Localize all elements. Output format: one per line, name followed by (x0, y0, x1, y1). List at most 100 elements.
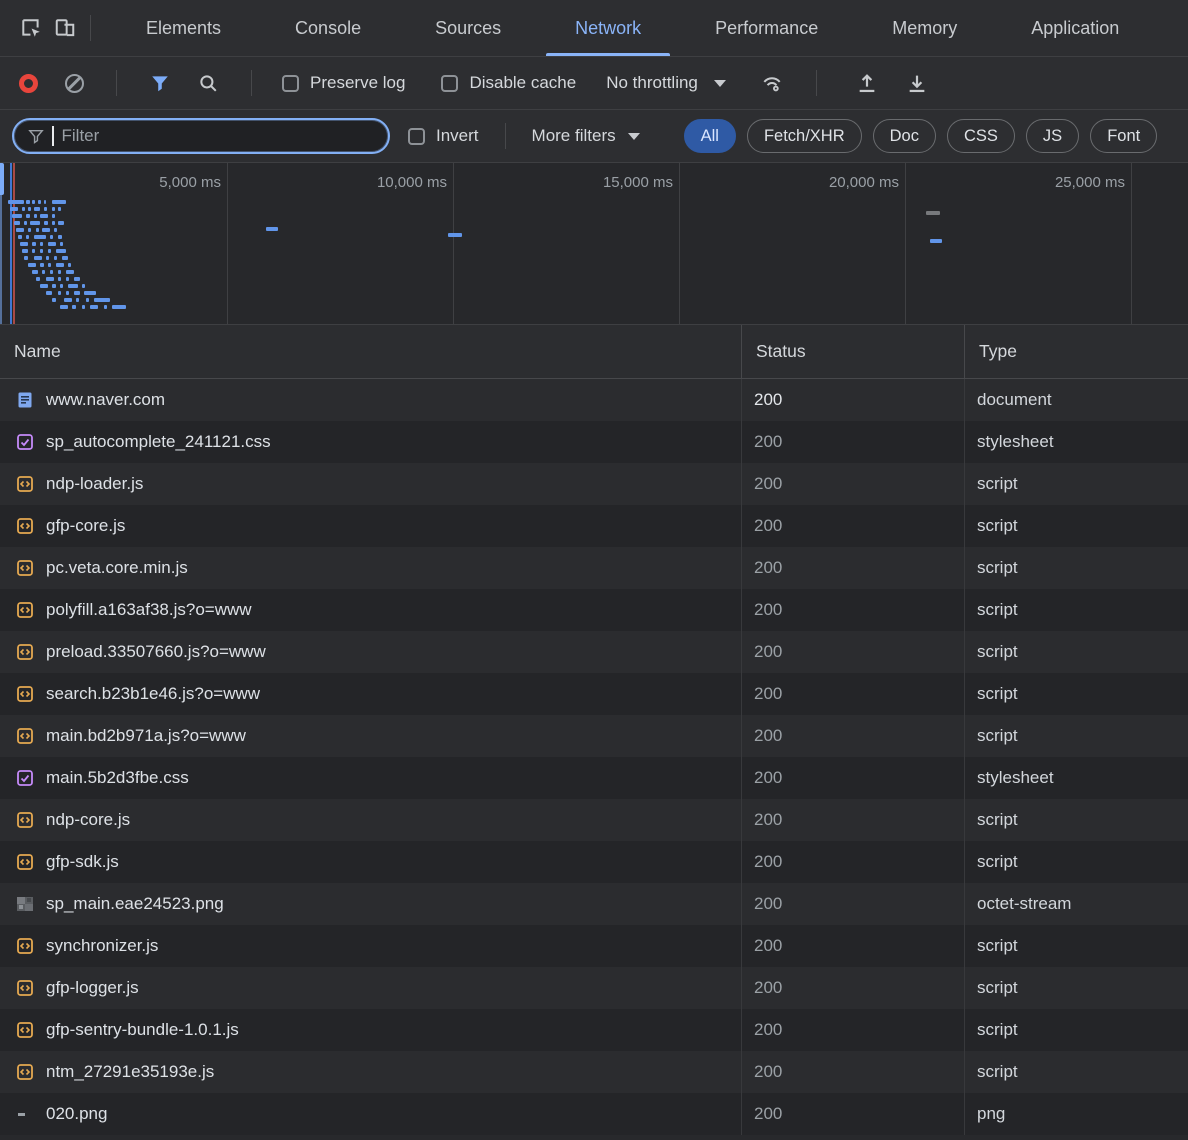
waterfall-bar (36, 277, 40, 281)
filter-pill-all[interactable]: All (683, 119, 736, 153)
tab-network[interactable]: Network (538, 0, 678, 56)
chevron-down-icon (713, 79, 726, 87)
table-row[interactable]: sp_autocomplete_241121.css 200 stylesheet (0, 421, 1188, 463)
table-row[interactable]: search.b23b1e46.js?o=www 200 script (0, 673, 1188, 715)
search-button[interactable] (195, 66, 221, 100)
request-status: 200 (742, 925, 965, 967)
filter-pill-doc[interactable]: Doc (872, 119, 936, 153)
search-icon (200, 75, 217, 92)
request-name-cell: ndp-core.js (0, 799, 742, 841)
table-row[interactable]: ndp-loader.js 200 script (0, 463, 1188, 505)
more-filters-button[interactable]: More filters (532, 126, 640, 146)
request-type: stylesheet (977, 432, 1054, 451)
tab-performance[interactable]: Performance (678, 0, 855, 56)
column-header-name[interactable]: Name (0, 325, 742, 378)
filter-pill-css[interactable]: CSS (946, 119, 1015, 153)
text-cursor (52, 126, 54, 146)
chevron-down-icon (627, 132, 640, 140)
table-row[interactable]: gfp-sdk.js 200 script (0, 841, 1188, 883)
table-row[interactable]: www.naver.com 200 document (0, 379, 1188, 421)
inspect-element-button[interactable] (14, 11, 48, 45)
request-name: gfp-logger.js (46, 978, 139, 997)
table-row[interactable]: preload.33507660.js?o=www 200 script (0, 631, 1188, 673)
table-row[interactable]: main.bd2b971a.js?o=www 200 script (0, 715, 1188, 757)
column-header-type[interactable]: Type (965, 325, 1188, 378)
request-status: 200 (742, 757, 965, 799)
filter-input[interactable] (61, 126, 374, 146)
waterfall-bar (44, 200, 46, 204)
stylesheet-icon (16, 433, 34, 451)
waterfall-bar (54, 256, 57, 260)
waterfall-bar (68, 263, 71, 267)
filter-toggle-button[interactable] (147, 66, 173, 100)
tiny-image-icon (16, 1105, 34, 1123)
waterfall-bar (46, 291, 52, 295)
waterfall-bar (58, 291, 61, 295)
waterfall-overview[interactable]: 5,000 ms 10,000 ms 15,000 ms 20,000 ms 25,00… (0, 163, 1188, 325)
waterfall-bar (44, 207, 47, 211)
script-icon (16, 1021, 34, 1039)
request-name: gfp-core.js (46, 516, 126, 535)
network-conditions-button[interactable] (758, 66, 786, 100)
tab-application[interactable]: Application (994, 0, 1156, 56)
waterfall-bar (94, 298, 110, 302)
table-row[interactable]: gfp-core.js 200 script (0, 505, 1188, 547)
column-header-status[interactable]: Status (742, 325, 965, 378)
request-name: ntm_27291e35193e.js (46, 1062, 215, 1081)
waterfall-bar (90, 305, 98, 309)
request-name-cell: pc.veta.core.min.js (0, 547, 742, 589)
filter-pill-font[interactable]: Font (1090, 119, 1158, 153)
table-row[interactable]: sp_main.eae24523.png 200 octet-stream (0, 883, 1188, 925)
device-toolbar-button[interactable] (48, 11, 82, 45)
timeline-gridline (227, 163, 228, 324)
waterfall-bar (34, 207, 40, 211)
table-row[interactable]: pc.veta.core.min.js 200 script (0, 547, 1188, 589)
invert-label: Invert (436, 126, 479, 145)
invert-checkbox[interactable] (408, 127, 425, 145)
table-row[interactable]: main.5b2d3fbe.css 200 stylesheet (0, 757, 1188, 799)
waterfall-bar (52, 207, 55, 211)
waterfall-bar (34, 214, 37, 218)
request-type: png (977, 1104, 1006, 1123)
table-row[interactable]: gfp-logger.js 200 script (0, 967, 1188, 1009)
waterfall-bar (74, 277, 80, 281)
filter-funnel-icon (28, 129, 44, 144)
tab-memory[interactable]: Memory (855, 0, 994, 56)
tab-console[interactable]: Console (258, 0, 398, 56)
throttling-select[interactable]: No throttling (606, 73, 726, 93)
request-type: script (977, 936, 1018, 955)
filter-pill-fetch-xhr[interactable]: Fetch/XHR (746, 119, 862, 153)
script-icon (16, 601, 34, 619)
disable-cache-checkbox[interactable] (441, 74, 459, 92)
preserve-log-checkbox[interactable] (282, 74, 299, 92)
table-row[interactable]: ndp-core.js 200 script (0, 799, 1188, 841)
export-har-button[interactable] (903, 66, 931, 100)
table-row[interactable]: ntm_27291e35193e.js 200 script (0, 1051, 1188, 1093)
waterfall-bar (48, 242, 56, 246)
table-row[interactable]: synchronizer.js 200 script (0, 925, 1188, 967)
table-row[interactable]: polyfill.a163af38.js?o=www 200 script (0, 589, 1188, 631)
script-icon (16, 727, 34, 745)
request-name: search.b23b1e46.js?o=www (46, 684, 261, 703)
waterfall-bar (52, 221, 55, 225)
tab-elements[interactable]: Elements (109, 0, 258, 56)
overview-drag-handle[interactable] (0, 163, 4, 195)
waterfall-bar (72, 305, 76, 309)
table-row[interactable]: 020.png 200 png (0, 1093, 1188, 1135)
tab-sources[interactable]: Sources (398, 0, 538, 56)
filter-pill-js[interactable]: JS (1025, 119, 1080, 153)
request-status: 200 (742, 673, 965, 715)
waterfall-bar (40, 242, 43, 246)
request-status: 200 (742, 379, 965, 421)
waterfall-bar (28, 228, 31, 232)
waterfall-bar (62, 256, 68, 260)
waterfall-bar (24, 221, 27, 225)
clear-network-log-button[interactable] (62, 66, 86, 100)
import-har-button[interactable] (853, 66, 881, 100)
waterfall-bar (14, 221, 20, 225)
table-row[interactable]: gfp-sentry-bundle-1.0.1.js 200 script (0, 1009, 1188, 1051)
request-status: 200 (742, 631, 965, 673)
record-network-log-button[interactable] (16, 66, 40, 100)
waterfall-bar (22, 207, 25, 211)
load-event-marker (13, 163, 15, 324)
